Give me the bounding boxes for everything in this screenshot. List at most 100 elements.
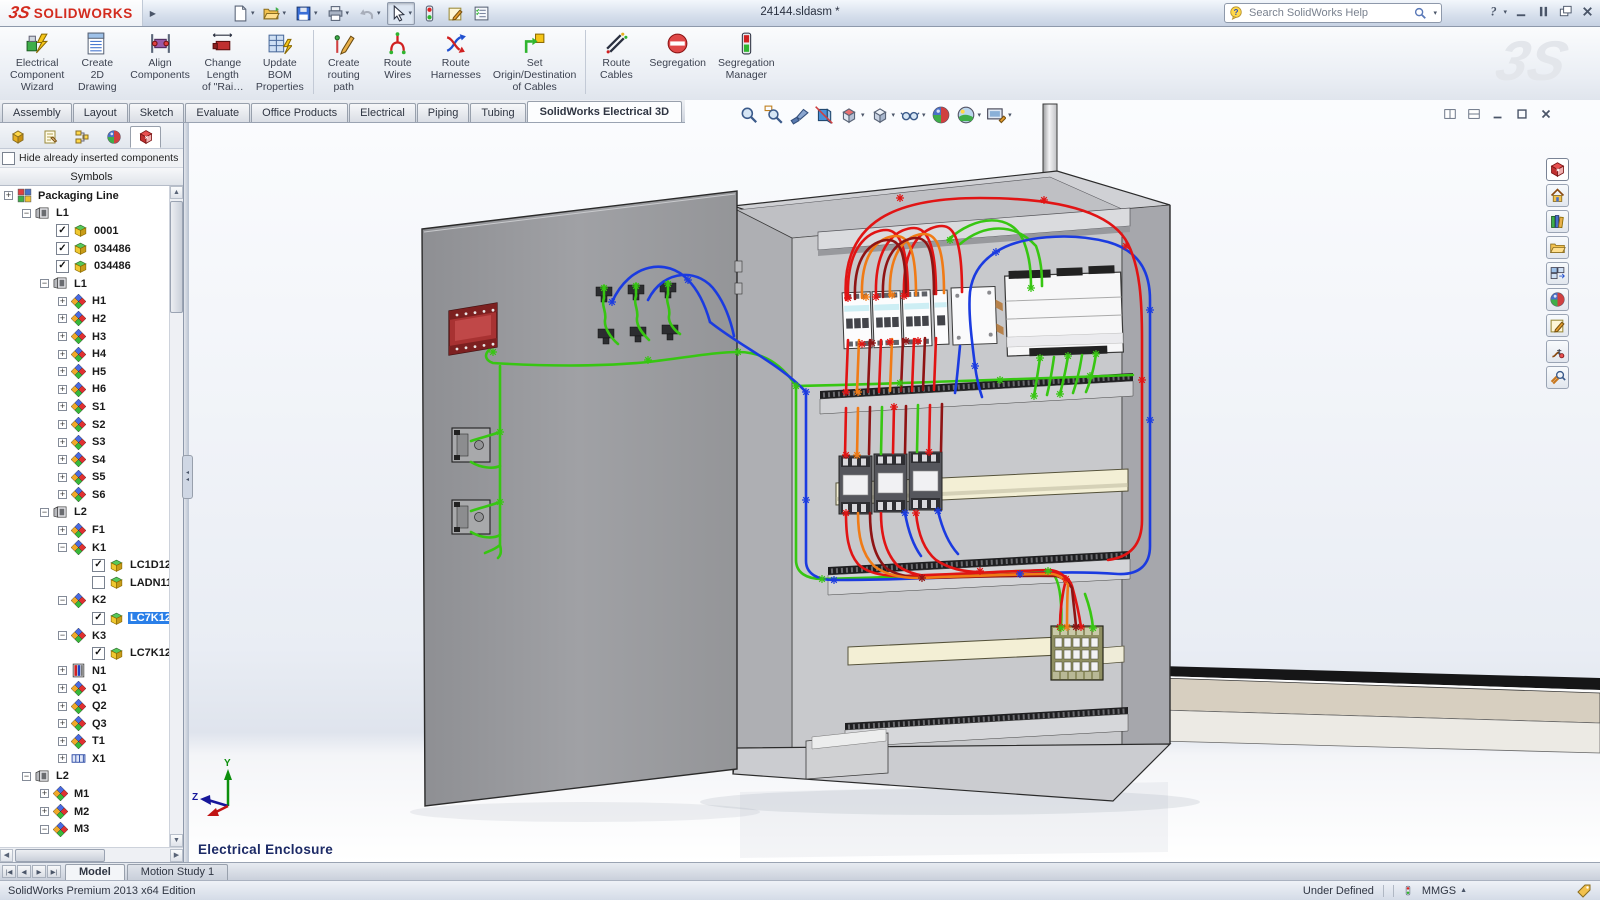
tree-item-m3[interactable]: −M3: [0, 820, 170, 838]
tab-tubing[interactable]: Tubing: [470, 103, 525, 122]
elec-manager-pane-button[interactable]: [1546, 340, 1569, 363]
tree-item-s1[interactable]: +S1: [0, 398, 170, 416]
conveyor-rail[interactable]: [1160, 666, 1600, 753]
custom-props-pane-button[interactable]: [1546, 314, 1569, 337]
tab-assembly[interactable]: Assembly: [2, 103, 72, 122]
expand-icon[interactable]: +: [58, 455, 67, 464]
units-selector[interactable]: MMGS▲: [1422, 885, 1467, 897]
pt-property-tab[interactable]: [34, 126, 65, 148]
tree-horizontal-scrollbar[interactable]: ◀ ▶: [0, 847, 183, 862]
expand-icon[interactable]: +: [58, 737, 67, 746]
home-pane-button[interactable]: [1546, 184, 1569, 207]
ribbon-button-align-components[interactable]: Align Components: [124, 28, 196, 84]
tree-item-q1[interactable]: +Q1: [0, 680, 170, 698]
ribbon-button-update-bom-properties[interactable]: Update BOM Properties: [250, 28, 310, 96]
search-icon[interactable]: [1413, 6, 1427, 20]
component-checkbox[interactable]: [92, 647, 105, 660]
tree-item-h2[interactable]: +H2: [0, 310, 170, 328]
ribbon-button-segregation[interactable]: Segregation: [643, 28, 712, 72]
tab-piping[interactable]: Piping: [417, 103, 470, 122]
motor-contactors[interactable]: [839, 452, 942, 514]
terminal-block[interactable]: [1051, 626, 1103, 680]
tree-item-t1[interactable]: +T1: [0, 732, 170, 750]
win-close-button[interactable]: [1579, 3, 1596, 20]
vp-pane2-button[interactable]: [1466, 107, 1482, 126]
3d-viewport-canvas[interactable]: .wr{stroke:#e11414}.wg{stroke:#37c612}.w…: [186, 100, 1600, 862]
win-restore-button[interactable]: [1535, 3, 1552, 20]
expand-icon[interactable]: +: [58, 350, 67, 359]
tab-office-products[interactable]: Office Products: [251, 103, 348, 122]
tree-item-s4[interactable]: +S4: [0, 451, 170, 469]
tree-item-q2[interactable]: +Q2: [0, 697, 170, 715]
expand-icon[interactable]: +: [58, 438, 67, 447]
tree-item-s3[interactable]: +S3: [0, 433, 170, 451]
collapse-icon[interactable]: −: [40, 825, 49, 834]
expand-icon[interactable]: +: [58, 490, 67, 499]
expand-icon[interactable]: +: [58, 702, 67, 711]
collapse-icon[interactable]: −: [58, 543, 67, 552]
menu-expand-arrow-icon[interactable]: ▶: [143, 9, 163, 18]
expand-icon[interactable]: +: [58, 719, 67, 728]
design-library-pane-button[interactable]: [1546, 210, 1569, 233]
scrollbar-thumb[interactable]: [15, 849, 105, 862]
collapse-icon[interactable]: −: [40, 508, 49, 517]
tree-item-m1[interactable]: +M1: [0, 785, 170, 803]
search-input[interactable]: [1247, 6, 1409, 20]
component-checkbox[interactable]: [92, 559, 105, 572]
tree-item-ladn11[interactable]: LADN11: [0, 574, 170, 592]
ribbon-button-create-2d-drawing[interactable]: Create 2D Drawing: [70, 28, 124, 96]
component-checkbox[interactable]: [92, 576, 105, 589]
tree-item-h6[interactable]: +H6: [0, 381, 170, 399]
vp-pane1-button[interactable]: [1442, 107, 1458, 126]
pt-config-tab[interactable]: [66, 126, 97, 148]
tree-item-s6[interactable]: +S6: [0, 486, 170, 504]
tab-layout[interactable]: Layout: [73, 103, 128, 122]
pt-swe-tab[interactable]: [130, 126, 161, 148]
tree-item-0001[interactable]: 0001: [0, 222, 170, 240]
tree-item-s2[interactable]: +S2: [0, 416, 170, 434]
expand-icon[interactable]: +: [58, 420, 67, 429]
expand-icon[interactable]: +: [40, 807, 49, 816]
tree-item-k3[interactable]: −K3: [0, 627, 170, 645]
tree-item-n1[interactable]: +N1: [0, 662, 170, 680]
view-palette-pane-button[interactable]: [1546, 262, 1569, 285]
component-checkbox[interactable]: [56, 242, 69, 255]
collapse-icon[interactable]: −: [58, 596, 67, 605]
scroll-left-icon[interactable]: ◀: [0, 849, 13, 862]
tree-item-lc1d12[interactable]: LC1D12: [0, 556, 170, 574]
tree-item-l2[interactable]: −L2: [0, 768, 170, 786]
expand-icon[interactable]: +: [58, 332, 67, 341]
expand-icon[interactable]: +: [40, 789, 49, 798]
expand-icon[interactable]: +: [58, 402, 67, 411]
ribbon-button-route-cables[interactable]: Route Cables: [589, 28, 643, 84]
open-button[interactable]: ▾: [260, 2, 289, 25]
tab-solidworks-electrical-3d[interactable]: SolidWorks Electrical 3D: [527, 101, 682, 122]
hide-items-button[interactable]: ▾: [899, 104, 927, 126]
zoom-area-button[interactable]: [763, 104, 785, 126]
expand-icon[interactable]: +: [4, 191, 13, 200]
tab-motion-study[interactable]: Motion Study 1: [127, 864, 228, 880]
win-min-button[interactable]: [1513, 3, 1530, 20]
tree-item-034486[interactable]: 034486: [0, 240, 170, 258]
expand-icon[interactable]: +: [58, 526, 67, 535]
expand-icon[interactable]: +: [58, 297, 67, 306]
edit-appearance-button[interactable]: [930, 104, 952, 126]
tab-nav-button-0[interactable]: |◀: [2, 865, 16, 878]
tree-item-h3[interactable]: +H3: [0, 328, 170, 346]
ribbon-button-create-routing-path[interactable]: Create routing path: [317, 28, 371, 96]
search-dropdown-arrow-icon[interactable]: ▾: [1433, 9, 1437, 17]
tree-item-l1[interactable]: −L1: [0, 205, 170, 223]
tab-nav-button-2[interactable]: ▶: [32, 865, 46, 878]
undo-button[interactable]: ▾: [355, 2, 384, 25]
ribbon-button-segregation-manager[interactable]: Segregation Manager: [712, 28, 781, 84]
tree-item-s5[interactable]: +S5: [0, 469, 170, 487]
view-settings-button[interactable]: ▾: [985, 104, 1013, 126]
apply-scene-button[interactable]: ▾: [955, 104, 983, 126]
enclosure-door[interactable]: [422, 191, 742, 806]
ribbon-button-route-harnesses[interactable]: Route Harnesses: [425, 28, 487, 84]
win-cascade-button[interactable]: [1557, 3, 1574, 20]
tree-item-k2[interactable]: −K2: [0, 592, 170, 610]
tag-icon[interactable]: [1576, 883, 1592, 899]
tree-item-x1[interactable]: +X1: [0, 750, 170, 768]
tree-item-packaging-line[interactable]: +Packaging Line: [0, 187, 170, 205]
